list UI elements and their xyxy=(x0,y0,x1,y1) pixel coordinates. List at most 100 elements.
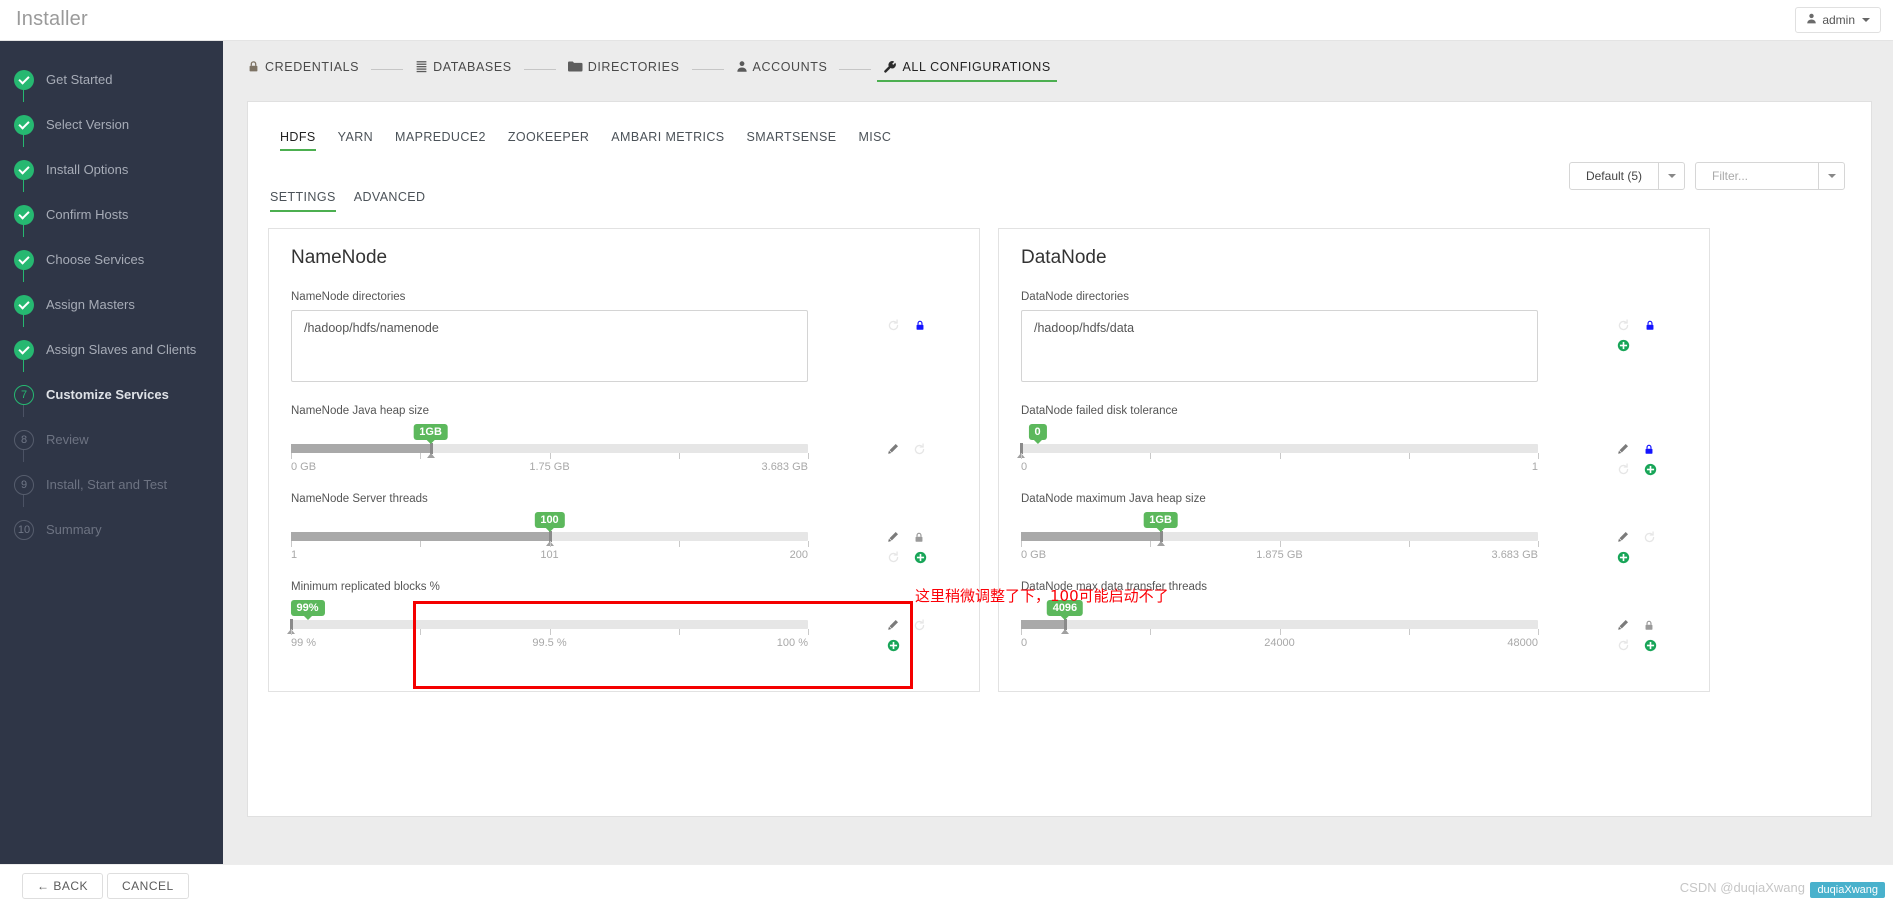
slider[interactable]: 1GB 0 GB 1.875 GB 3.683 GB xyxy=(1021,512,1539,563)
slider[interactable]: 4096 0 24000 48000 xyxy=(1021,600,1539,651)
breadcrumb-step-credentials[interactable]: CREDENTIALS xyxy=(247,60,359,79)
pencil-icon[interactable] xyxy=(1617,619,1629,631)
lock-locked-icon[interactable] xyxy=(914,319,926,332)
config-field-label: DataNode failed disk tolerance xyxy=(1021,405,1178,417)
filter-input[interactable]: Filter... xyxy=(1696,163,1818,189)
action-row xyxy=(887,529,943,545)
tab-hdfs[interactable]: HDFS xyxy=(280,130,316,151)
tab-mapreduce2[interactable]: MAPREDUCE2 xyxy=(395,130,486,150)
tab-zookeeper[interactable]: ZOOKEEPER xyxy=(508,130,589,150)
filter-arrow[interactable] xyxy=(1818,163,1844,189)
sidebar-item-confirm-hosts[interactable]: Confirm Hosts xyxy=(0,192,223,237)
sidebar-item-choose-services[interactable]: Choose Services xyxy=(0,237,223,282)
config-group-dropdown[interactable]: Default (5) xyxy=(1568,162,1685,190)
tab-advanced[interactable]: ADVANCED xyxy=(354,190,426,211)
plus-green-icon[interactable] xyxy=(887,639,900,652)
cancel-button[interactable]: CANCEL xyxy=(107,873,189,899)
sidebar-item-assign-slaves-and-clients[interactable]: Assign Slaves and Clients xyxy=(0,327,223,372)
back-button[interactable]: ← BACK xyxy=(22,873,104,899)
slider-track[interactable]: 0 xyxy=(1017,424,1538,458)
slider-fill xyxy=(291,444,431,453)
slider[interactable]: 99% 99 % 99.5 % 100 % xyxy=(287,600,809,651)
sidebar-item-label: Customize Services xyxy=(46,387,169,402)
action-row xyxy=(887,617,943,633)
tab-yarn[interactable]: YARN xyxy=(338,130,373,150)
slider-track[interactable]: 4096 xyxy=(1021,600,1538,634)
lock-icon xyxy=(247,60,260,73)
slider[interactable]: 100 1 101 200 xyxy=(291,512,809,563)
refresh-icon[interactable] xyxy=(913,442,926,456)
sidebar-item-install-start-and-test[interactable]: 9 Install, Start and Test xyxy=(0,462,223,507)
slider-value-bubble: 0 xyxy=(1028,424,1047,444)
breadcrumb-step-all-configurations[interactable]: ALL CONFIGURATIONS xyxy=(877,60,1058,82)
tab-smartsense[interactable]: SMARTSENSE xyxy=(747,130,837,150)
plus-green-icon[interactable] xyxy=(1644,639,1657,652)
check-icon xyxy=(14,249,34,270)
slider-track[interactable]: 99% xyxy=(287,600,808,634)
slider-track[interactable]: 1GB xyxy=(1021,512,1538,546)
sidebar-item-assign-masters[interactable]: Assign Masters xyxy=(0,282,223,327)
lock-grey-icon[interactable] xyxy=(913,531,925,544)
pencil-icon[interactable] xyxy=(887,443,899,455)
slider-tick-labels: 01 xyxy=(1021,461,1538,475)
user-icon xyxy=(1806,13,1817,27)
refresh-icon[interactable] xyxy=(1617,462,1630,476)
slider-tick xyxy=(678,629,680,635)
slider-track[interactable]: 100 xyxy=(291,512,808,546)
breadcrumb-step-accounts[interactable]: ACCOUNTS xyxy=(736,60,828,79)
refresh-icon[interactable] xyxy=(887,550,900,564)
config-field: DataNode maximum Java heap size 1GB 0 GB 1.… xyxy=(1021,493,1687,563)
slider-mid-label: 24000 xyxy=(1264,637,1295,649)
slider-fill xyxy=(1021,532,1161,541)
plus-green-icon[interactable] xyxy=(914,551,927,564)
slider[interactable]: 0 01 xyxy=(1017,424,1539,475)
sidebar-item-select-version[interactable]: Select Version xyxy=(0,102,223,147)
sidebar-item-review[interactable]: 8 Review xyxy=(0,417,223,462)
tab-settings[interactable]: SETTINGS xyxy=(270,190,336,212)
slider-track[interactable]: 1GB xyxy=(291,424,808,458)
tab-misc[interactable]: MISC xyxy=(858,130,891,150)
directories-textarea[interactable] xyxy=(291,310,808,382)
check-icon xyxy=(14,294,34,315)
breadcrumb-separator xyxy=(691,68,724,70)
filter-dropdown[interactable]: Filter... xyxy=(1695,162,1845,190)
slider-tick xyxy=(420,629,422,635)
sidebar-item-install-options[interactable]: Install Options xyxy=(0,147,223,192)
lock-grey-icon[interactable] xyxy=(1643,619,1655,632)
refresh-icon[interactable] xyxy=(1643,530,1656,544)
breadcrumb-step-databases[interactable]: DATABASES xyxy=(415,60,512,79)
pencil-icon[interactable] xyxy=(1617,443,1629,455)
slider-tick xyxy=(1021,629,1022,635)
sidebar-item-summary[interactable]: 10 Summary xyxy=(0,507,223,552)
pencil-icon[interactable] xyxy=(1617,531,1629,543)
pencil-icon[interactable] xyxy=(887,531,899,543)
slider-value-bubble: 99% xyxy=(290,600,325,620)
refresh-icon[interactable] xyxy=(1617,318,1630,332)
admin-menu-button[interactable]: admin xyxy=(1795,7,1881,33)
tab-ambari-metrics[interactable]: AMBARI METRICS xyxy=(611,130,724,150)
sidebar-item-get-started[interactable]: Get Started xyxy=(0,57,223,102)
annotation-note: 这里稍微调整了下，100可能启动不了 xyxy=(915,587,1169,605)
refresh-icon[interactable] xyxy=(887,318,900,332)
directories-textarea[interactable] xyxy=(1021,310,1538,382)
plus-green-icon[interactable] xyxy=(1617,339,1630,352)
config-group-arrow[interactable] xyxy=(1658,163,1684,189)
admin-label: admin xyxy=(1822,13,1855,27)
step-connector xyxy=(23,449,24,462)
slider-tick xyxy=(291,629,292,635)
pencil-icon[interactable] xyxy=(887,619,899,631)
plus-green-icon[interactable] xyxy=(1617,551,1630,564)
slider[interactable]: 1GB 0 GB 1.75 GB 3.683 GB xyxy=(291,424,809,475)
refresh-icon[interactable] xyxy=(1617,638,1630,652)
slider-tick xyxy=(1408,453,1410,459)
check-icon xyxy=(14,69,34,90)
plus-green-icon[interactable] xyxy=(1644,463,1657,476)
breadcrumb-step-directories[interactable]: DIRECTORIES xyxy=(567,60,680,79)
lock-blue-icon[interactable] xyxy=(1643,443,1655,456)
config-field: NameNode Server threads 100 1 101 200 xyxy=(291,493,957,563)
config-group-value[interactable]: Default (5) xyxy=(1570,163,1658,189)
lock-blue-icon[interactable] xyxy=(1644,319,1656,332)
sidebar-item-customize-services[interactable]: 7 Customize Services xyxy=(0,372,223,417)
main-content: CREDENTIALS DATABASES DIRECTORIES ACCOUNTS A… xyxy=(223,41,1893,864)
refresh-icon[interactable] xyxy=(913,618,926,632)
